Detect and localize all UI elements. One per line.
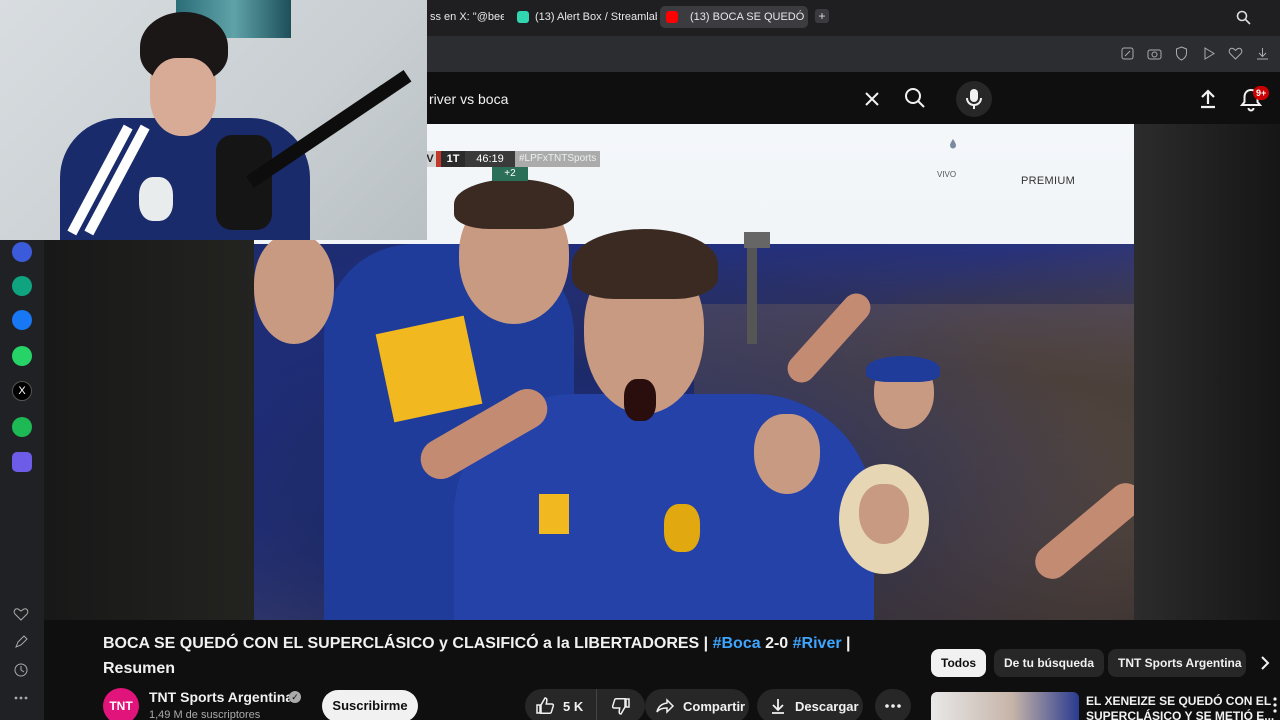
more-actions-button[interactable] [875, 689, 911, 720]
title-score: 2-0 [760, 635, 793, 652]
scorebug-hashtag: #LPFxTNTSports [515, 151, 601, 167]
voice-search-button[interactable] [956, 81, 992, 117]
new-tab-button[interactable]: + [815, 9, 829, 23]
like-dislike-group: 5 K [525, 689, 645, 720]
title-text: BOCA SE QUEDÓ CON EL SUPERCLÁSICO y CLAS… [103, 635, 713, 652]
scorebug-half: 1T [441, 151, 465, 167]
share-label: Compartir [683, 698, 746, 714]
notification-count-badge: 9+ [1253, 86, 1270, 100]
hashtag-river-link[interactable]: #River [793, 635, 842, 652]
live-label: VIVO [937, 170, 957, 179]
fan-mouth-center [624, 379, 656, 421]
fan-face-right [754, 414, 820, 494]
thumbs-up-icon [536, 697, 555, 714]
more-vertical-icon[interactable] [1270, 696, 1280, 714]
fan-shirt-crest [664, 504, 700, 552]
like-count: 5 K [563, 698, 584, 714]
premium-label: PREMIUM [1021, 175, 1076, 187]
microphone-icon [966, 89, 982, 109]
tab-x[interactable]: ss en X: "@bee [424, 6, 504, 28]
tab-streamlabs[interactable]: (13) Alert Box / Streamlab [511, 6, 657, 28]
browser-sidebar: X [0, 240, 44, 720]
webcam-overlay [0, 0, 427, 240]
aria-icon[interactable] [12, 242, 32, 262]
tab-search-icon[interactable] [1236, 10, 1251, 25]
ambient-backdrop-right [1134, 124, 1280, 620]
fan-face-edge [254, 234, 334, 344]
upload-icon[interactable] [1196, 87, 1220, 111]
subscriber-count: 1,49 M de suscriptores [149, 709, 261, 720]
youtube-icon [666, 11, 678, 23]
scorebug-added-time: +2 [492, 167, 528, 181]
messenger-icon[interactable] [12, 310, 32, 330]
channel-avatar[interactable]: TNT [103, 688, 139, 720]
search-box[interactable]: river vs boca [427, 84, 897, 114]
download-arrow-icon [772, 699, 784, 714]
thumbs-down-icon [611, 698, 630, 715]
fan-face-blonde [859, 484, 909, 544]
fan-shirt-logo [539, 494, 569, 534]
recommended-video-thumbnail[interactable] [931, 692, 1079, 720]
channel-name[interactable]: TNT Sports Argentina [149, 689, 293, 705]
favorites-heart-icon[interactable] [13, 606, 29, 622]
fan-hair-center [572, 229, 718, 299]
fan-cap [866, 356, 940, 382]
tab-youtube-video[interactable]: (13) BOCA SE QUEDÓ [660, 6, 808, 28]
screen: ss en X: "@bee (13) Alert Box / Streamla… [0, 0, 1280, 720]
clear-search-icon[interactable] [863, 90, 881, 108]
x-icon[interactable]: X [12, 381, 32, 401]
like-button[interactable]: 5 K [525, 689, 597, 720]
chip-tnt-sports-argentina[interactable]: TNT Sports Argentina [1108, 649, 1246, 677]
chevron-right-icon[interactable] [1256, 654, 1274, 672]
jacket-crest [139, 177, 173, 221]
chip-de-tu-busqueda[interactable]: De tu búsqueda [994, 649, 1105, 677]
verified-check-icon: ✓ [289, 691, 301, 703]
recommended-video-title[interactable]: EL XENEIZE SE QUEDÓ CON EL SUPERCLÁSICO … [1086, 694, 1276, 720]
floodlight [744, 232, 770, 248]
camera-icon[interactable] [1147, 46, 1162, 61]
edit-note-icon[interactable] [13, 634, 29, 650]
chatgpt-icon[interactable] [12, 276, 32, 296]
play-icon[interactable] [1201, 46, 1216, 61]
download-icon[interactable] [1255, 46, 1270, 61]
tab-label: (13) BOCA SE QUEDÓ [690, 11, 805, 23]
share-arrow-icon [656, 698, 675, 714]
download-label: Descargar [795, 698, 859, 714]
extension-icons [1120, 46, 1270, 61]
more-horizontal-icon [885, 704, 901, 708]
heart-icon[interactable] [1228, 46, 1243, 61]
whatsapp-icon[interactable] [12, 346, 32, 366]
spotify-icon[interactable] [12, 417, 32, 437]
instagram-icon[interactable] [12, 452, 32, 472]
share-button[interactable]: Compartir [645, 689, 749, 720]
dislike-button[interactable] [597, 696, 645, 716]
scorebug: V 1T 46:19 #LPFxTNTSports [424, 151, 601, 167]
streamlabs-icon [517, 11, 529, 23]
subscribe-button[interactable]: Suscribirme [322, 690, 418, 720]
fan-shirt-stripe [375, 315, 483, 423]
floodlight-pole [747, 234, 757, 344]
search-icon[interactable] [903, 86, 927, 110]
more-dots-icon[interactable] [13, 690, 29, 706]
tab-label: (13) Alert Box / Streamlab [535, 11, 657, 23]
fan-hair-left [454, 179, 574, 229]
microphone [216, 135, 272, 230]
download-button[interactable]: Descargar [757, 689, 863, 720]
hashtag-boca-link[interactable]: #Boca [713, 635, 761, 652]
chip-todos[interactable]: Todos [931, 649, 987, 677]
tab-label: ss en X: "@bee [430, 11, 504, 23]
ambient-backdrop-left [44, 240, 254, 620]
broadcast-logo-icon [950, 139, 956, 149]
streamer-face-highlight [150, 58, 216, 136]
search-input[interactable]: river vs boca [429, 91, 508, 107]
scorebug-clock: 46:19 [465, 151, 515, 167]
edit-icon[interactable] [1120, 46, 1135, 61]
video-title: BOCA SE QUEDÓ CON EL SUPERCLÁSICO y CLAS… [103, 631, 893, 681]
history-clock-icon[interactable] [13, 662, 29, 678]
shield-icon[interactable] [1174, 46, 1189, 61]
